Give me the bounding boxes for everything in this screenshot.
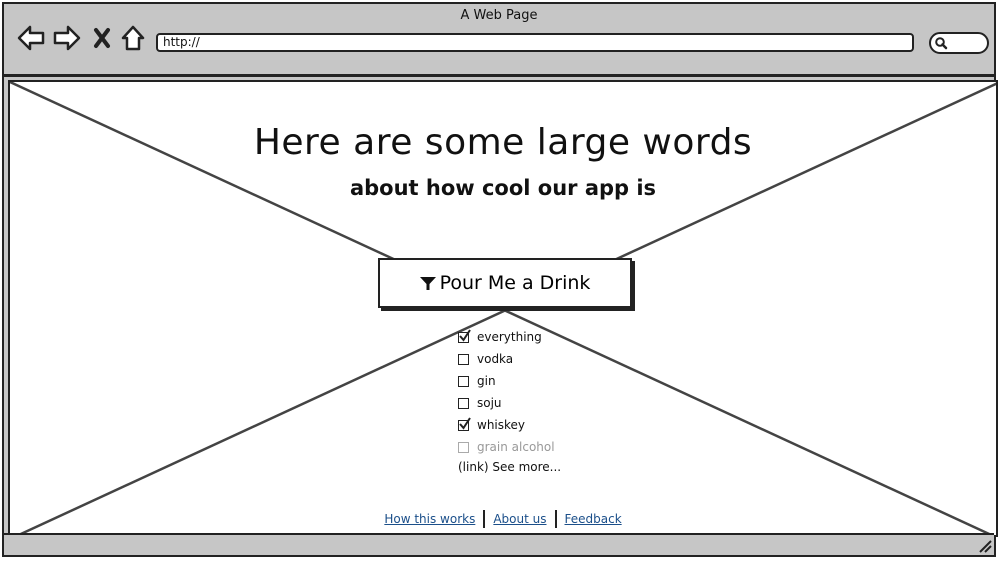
filter-option-grain-alcohol: grain alcohol (458, 436, 658, 458)
pour-drink-label: Pour Me a Drink (439, 272, 591, 294)
browser-window: A Web Page http:// Here are some large w… (2, 2, 998, 557)
filter-option-whiskey[interactable]: whiskey (458, 414, 658, 436)
see-more-link[interactable]: (link) See more... (458, 460, 561, 474)
checkmark-icon (459, 328, 471, 342)
page-content: Here are some large words about how cool… (8, 80, 998, 537)
checkbox[interactable] (458, 328, 471, 343)
pour-drink-button[interactable]: Pour Me a Drink (378, 258, 632, 308)
search-icon (935, 37, 948, 50)
checkbox[interactable] (458, 375, 469, 387)
page-headline: Here are some large words (253, 122, 753, 163)
checkbox-label: vodka (477, 352, 514, 366)
checkbox-label: everything (477, 330, 542, 344)
home-icon[interactable] (120, 24, 146, 52)
drink-filter-list: everything vodka gin soju whiskey grain alcoh… (458, 326, 658, 458)
checkmark-icon (459, 416, 471, 430)
forward-arrow-icon[interactable] (52, 24, 82, 52)
checkbox-label: gin (477, 374, 496, 388)
checkbox[interactable] (458, 353, 469, 365)
browser-toolbar: A Web Page http:// (4, 4, 994, 77)
url-bar[interactable]: http:// (156, 33, 914, 52)
footer-link-about-us[interactable]: About us (493, 512, 546, 526)
checkbox-label: whiskey (477, 418, 526, 432)
footer-links: How this works About us Feedback (10, 510, 996, 528)
status-bar (4, 533, 994, 555)
funnel-icon (419, 277, 436, 290)
close-x-icon[interactable] (92, 24, 112, 52)
checkbox-label: grain alcohol (477, 440, 555, 454)
filter-option-vodka[interactable]: vodka (458, 348, 658, 370)
search-field[interactable] (929, 32, 989, 54)
footer-link-how-this-works[interactable]: How this works (384, 512, 475, 526)
checkbox (458, 441, 469, 453)
filter-option-everything[interactable]: everything (458, 326, 658, 348)
filter-option-soju[interactable]: soju (458, 392, 658, 414)
window-title: A Web Page (460, 8, 538, 23)
page-subheadline: about how cool our app is (349, 176, 657, 200)
resize-grip-icon[interactable] (978, 539, 992, 553)
back-arrow-icon[interactable] (16, 24, 46, 52)
footer-separator (554, 510, 557, 528)
checkbox-label: soju (477, 396, 502, 410)
filter-option-gin[interactable]: gin (458, 370, 658, 392)
checkbox[interactable] (458, 397, 469, 409)
footer-separator (483, 510, 486, 528)
checkbox[interactable] (458, 416, 471, 431)
footer-link-feedback[interactable]: Feedback (565, 512, 622, 526)
